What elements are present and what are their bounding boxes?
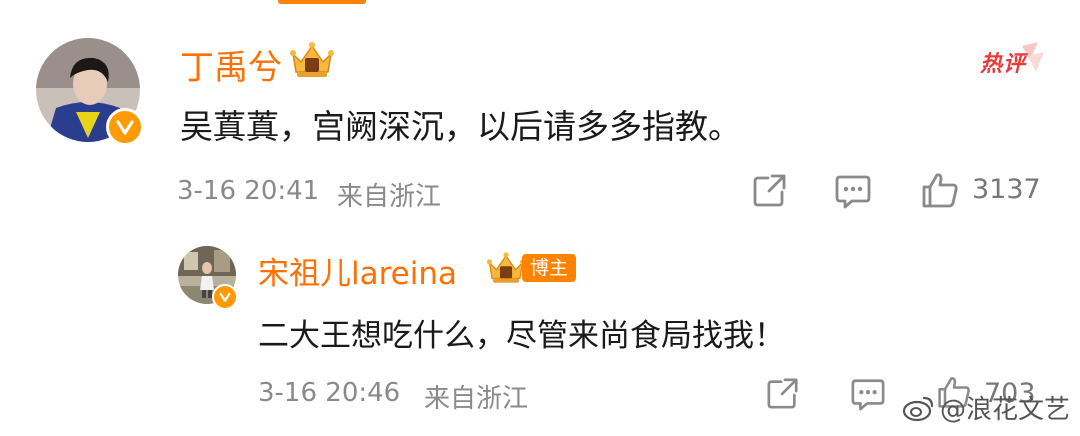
like-icon xyxy=(922,173,958,208)
weibo-logo-icon xyxy=(902,396,934,421)
reply-comment-button[interactable] xyxy=(850,376,886,412)
author-badge-label: 博主 xyxy=(522,254,577,282)
crown-vip-icon[interactable] xyxy=(289,40,335,84)
crown-vip-icon xyxy=(486,252,526,283)
comment-location: 来自浙江 xyxy=(337,182,442,212)
hot-comment-badge: 热评 xyxy=(978,42,1044,77)
comment-text: 吴蒖蒖，宫阙深沉，以后请多多指教。 xyxy=(180,107,741,146)
like-button[interactable] xyxy=(920,170,960,210)
watermark-text: @浪花文艺 xyxy=(939,395,1070,425)
watermark: @浪花文艺 xyxy=(902,389,1070,426)
verified-icon xyxy=(212,284,238,310)
like-count: 3137 xyxy=(972,174,1041,205)
reply-text: 二大王想吃什么，尽管来尚食局找我！ xyxy=(258,318,785,354)
share-button[interactable] xyxy=(752,172,788,208)
share-icon xyxy=(753,174,786,207)
active-tab-indicator xyxy=(278,0,366,4)
author-badge: 博主 xyxy=(486,250,577,286)
reply-location: 来自浙江 xyxy=(424,384,529,414)
commenter-username[interactable]: 丁禹兮 xyxy=(180,40,282,89)
comment-timestamp: 3-16 20:41 xyxy=(177,176,320,206)
reply-share-button[interactable] xyxy=(766,376,800,410)
comment-icon xyxy=(835,175,871,209)
share-icon xyxy=(767,378,798,409)
verified-icon xyxy=(106,108,144,146)
reply-username[interactable]: 宋祖儿lareina xyxy=(258,248,457,293)
comment-button[interactable] xyxy=(834,172,872,210)
hot-badge-label: 热评 xyxy=(980,52,1027,77)
comment-icon xyxy=(851,379,885,411)
reply-timestamp: 3-16 20:46 xyxy=(258,378,401,408)
